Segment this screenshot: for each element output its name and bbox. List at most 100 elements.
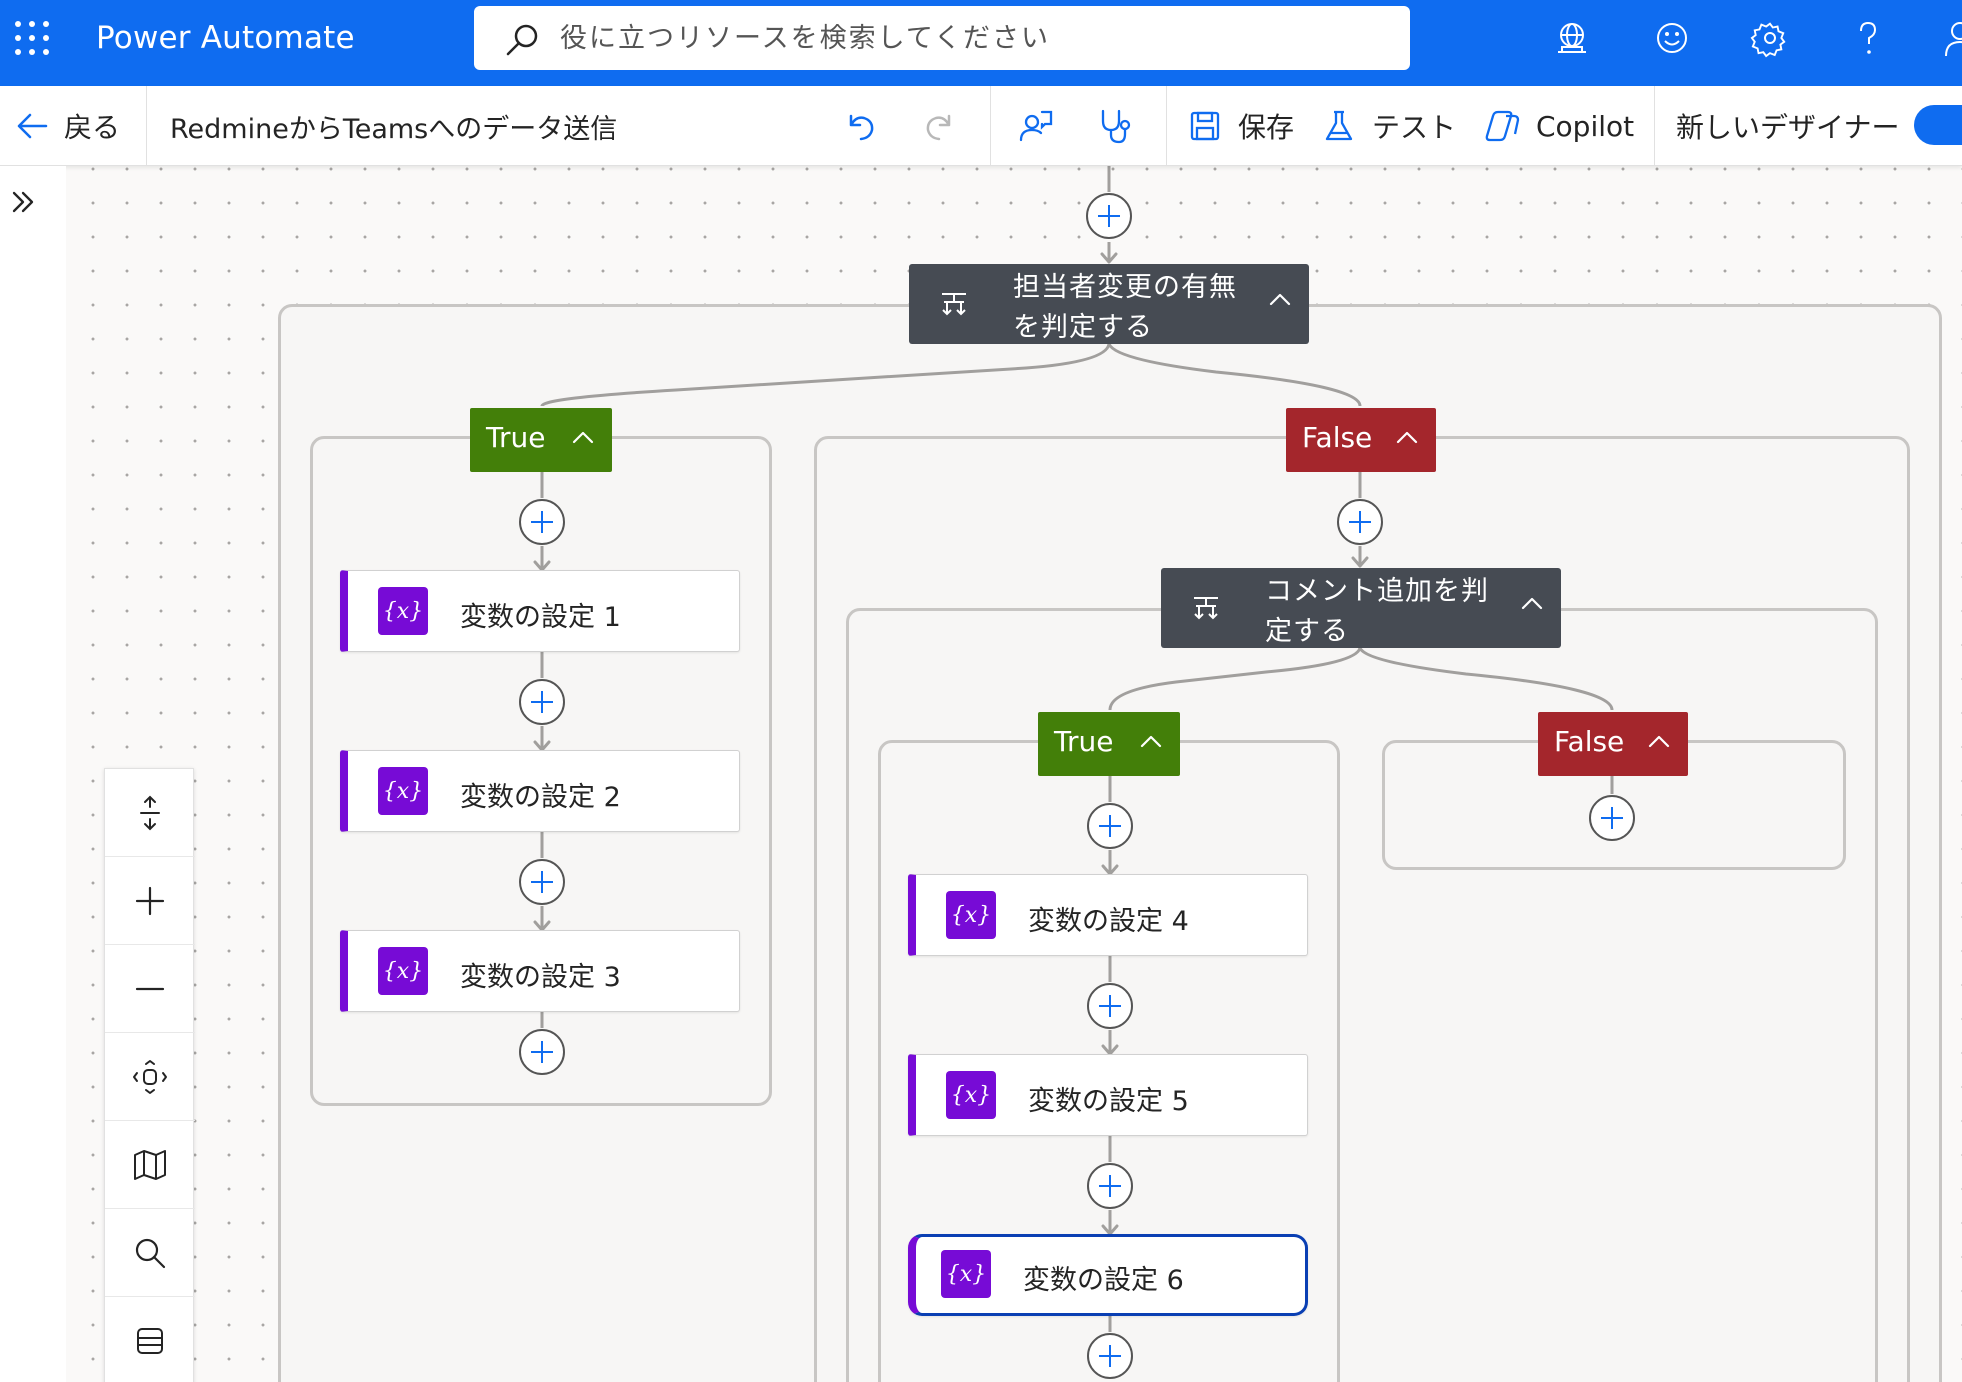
back-label: 戻る [64,111,121,144]
search-icon [135,1238,166,1268]
add-action-button[interactable] [519,859,565,905]
condition-2-false-branch[interactable]: False [1538,712,1688,776]
chevron-up-icon[interactable] [572,430,594,444]
undo-icon [849,114,874,141]
new-designer-toggle[interactable] [1914,105,1962,145]
redo-icon [926,114,951,141]
new-designer-label: 新しいデザイナー [1676,111,1900,144]
set-variable-action-3[interactable]: {x} 変数の設定 3 [340,930,740,1012]
search-input[interactable] [560,18,1380,58]
chevron-up-icon[interactable] [1140,734,1162,748]
condition-1-title: 担当者変更の有無を判定する [1013,272,1237,343]
diagnostics-button[interactable] [1096,86,1136,166]
add-action-button[interactable] [519,499,565,545]
save-button[interactable]: 保存 [1188,86,1294,166]
save-label: 保存 [1238,111,1295,144]
command-bar: 戻る RedmineからTeamsへのデータ送信 保存 テスト Copilot … [0,86,1962,166]
expand-panel-icon[interactable] [8,186,40,218]
add-action-button[interactable] [519,679,565,725]
set-variable-action-1[interactable]: {x} 変数の設定 1 [340,570,740,652]
search-canvas-button[interactable] [105,1209,195,1297]
save-icon [1190,111,1220,141]
false-branch-label: False [1302,421,1373,454]
feedback-smiley-icon[interactable] [1652,18,1692,58]
condition-2-true-branch[interactable]: True [1038,712,1180,776]
action-label: 変数の設定 4 [1028,906,1189,937]
add-action-button[interactable] [1337,499,1383,545]
fit-view-icon [133,1059,167,1094]
flow-name[interactable]: RedmineからTeamsへのデータ送信 [170,107,617,146]
waffle-icon[interactable] [14,20,50,56]
test-flask-icon [1325,110,1353,141]
copilot-label: Copilot [1536,109,1635,143]
canvas-zoom-toolbar [104,768,195,1382]
back-arrow-icon [17,113,48,139]
add-action-button[interactable] [519,1029,565,1075]
account-icon[interactable] [1940,18,1962,58]
set-variable-action-2[interactable]: {x} 変数の設定 2 [340,750,740,832]
add-action-button[interactable] [1087,1163,1133,1209]
undo-button[interactable] [842,86,878,166]
minimap-button[interactable] [105,1121,195,1209]
fit-height-icon [140,795,160,830]
condition-2-title: コメント追加を判定する [1265,576,1489,647]
top-bar: Power Automate [0,0,1962,86]
redo-button[interactable] [922,86,958,166]
action-label: 変数の設定 3 [460,962,621,993]
zoom-in-button[interactable] [105,857,195,945]
search-icon [506,24,538,56]
fit-height-button[interactable] [105,769,195,857]
variable-icon: {x} [378,947,428,995]
variable-icon: {x} [941,1250,991,1298]
new-designer-toggle-label: 新しいデザイナー [1676,86,1899,166]
search-box[interactable] [474,6,1410,70]
copilot-button[interactable]: Copilot [1484,86,1634,166]
true-branch-label: True [486,421,546,454]
condition-1-header[interactable]: 担当者変更の有無を判定する [909,264,1309,344]
add-action-button[interactable] [1589,795,1635,841]
environment-globe-icon[interactable] [1552,18,1592,58]
add-action-button[interactable] [1087,803,1133,849]
add-action-button[interactable] [1087,1333,1133,1379]
add-action-button[interactable] [1086,193,1132,239]
chevron-up-icon[interactable] [1269,292,1291,306]
zoom-out-button[interactable] [105,945,195,1033]
test-button[interactable]: テスト [1322,86,1456,166]
condition-1-false-branch[interactable]: False [1286,408,1436,472]
collapse-all-icon [137,1327,163,1354]
variable-icon: {x} [946,1071,996,1119]
settings-gear-icon[interactable] [1750,18,1790,58]
designer-canvas[interactable]: 担当者変更の有無を判定する True False {x} 変数の設定 1 {x}… [66,166,1962,1382]
left-rail [0,166,66,1382]
help-question-icon[interactable] [1848,18,1888,58]
variable-icon: {x} [378,767,428,815]
action-label: 変数の設定 1 [460,602,621,633]
add-action-button[interactable] [1087,983,1133,1029]
variable-icon: {x} [946,891,996,939]
set-variable-action-4[interactable]: {x} 変数の設定 4 [908,874,1308,956]
copilot-icon [1485,110,1520,142]
condition-icon [1194,597,1218,620]
stethoscope-icon [1101,109,1131,144]
condition-1-true-branch[interactable]: True [470,408,612,472]
action-label: 変数の設定 5 [1028,1086,1189,1117]
flow-checker-icon [1019,110,1053,142]
false-branch-label: False [1554,725,1625,758]
minimap-icon [134,1149,166,1180]
set-variable-action-6-selected[interactable]: {x} 変数の設定 6 [908,1234,1308,1316]
zoom-out-icon [135,987,165,990]
chevron-up-icon[interactable] [1396,430,1418,444]
chevron-up-icon[interactable] [1521,596,1543,610]
flow-checker-button[interactable] [1016,86,1056,166]
chevron-up-icon[interactable] [1648,734,1670,748]
action-label: 変数の設定 2 [460,782,621,813]
app-title[interactable]: Power Automate [96,20,355,56]
set-variable-action-5[interactable]: {x} 変数の設定 5 [908,1054,1308,1136]
action-label: 変数の設定 6 [1023,1265,1184,1296]
back-button[interactable]: 戻る [14,86,120,166]
condition-2-header[interactable]: コメント追加を判定する [1161,568,1561,648]
zoom-in-icon [135,886,165,915]
fit-view-button[interactable] [105,1033,195,1121]
collapse-all-button[interactable] [105,1297,195,1382]
test-label: テスト [1372,111,1457,144]
